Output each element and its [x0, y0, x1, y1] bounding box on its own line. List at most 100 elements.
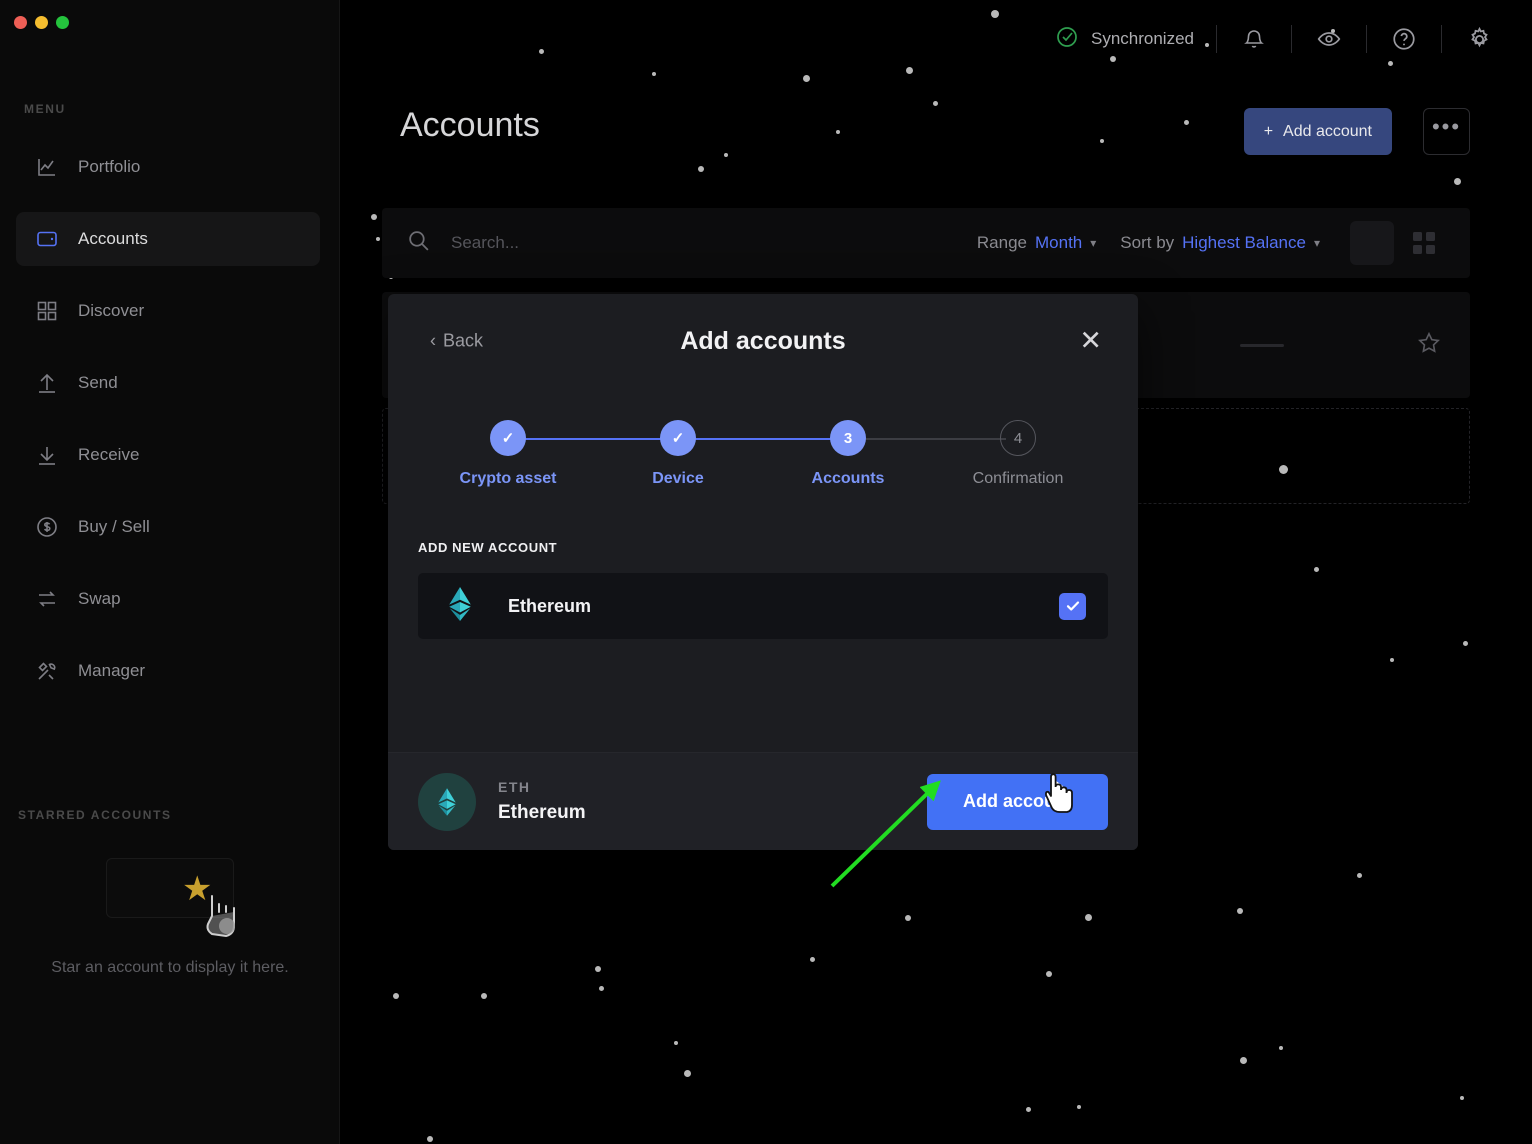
add-new-account-label: ADD NEW ACCOUNT [418, 540, 558, 555]
divider [1366, 25, 1367, 53]
sidebar-item-label: Swap [78, 589, 121, 608]
add-account-button[interactable]: Add account [926, 773, 1108, 830]
close-icon[interactable]: ✕ [1079, 327, 1102, 355]
main-content: Synchronized Accounts + Add account ••• … [340, 0, 1532, 1144]
sidebar-item-discover[interactable]: Discover [16, 284, 320, 338]
view-toggle-group [1350, 221, 1446, 265]
back-button[interactable]: ‹ Back [430, 331, 483, 352]
add-accounts-modal: ‹ Back Add accounts ✕ ✓ Crypto asset ✓ D… [388, 294, 1138, 850]
back-label: Back [443, 330, 484, 351]
footer-coin-meta: ETH Ethereum [498, 779, 927, 824]
account-checkbox[interactable] [1059, 592, 1086, 620]
ethereum-avatar-icon [418, 772, 476, 831]
modal-title: Add accounts [680, 326, 846, 355]
grid-view-icon [1413, 232, 1435, 254]
step-marker: ✓ [490, 420, 526, 456]
sidebar-item-portfolio[interactable]: Portfolio [16, 140, 320, 194]
close-window-button[interactable] [14, 16, 27, 29]
check-circle-icon [1055, 25, 1079, 54]
app-window: MENU Portfolio Accounts Discover Send Re… [0, 0, 1532, 1144]
step-label: Accounts [811, 470, 885, 487]
list-view-button[interactable] [1350, 221, 1394, 265]
sort-value: Highest Balance [1182, 233, 1306, 252]
step-marker: 3 [830, 420, 866, 456]
step-accounts[interactable]: 3 Accounts [788, 420, 908, 488]
step-marker: ✓ [660, 420, 696, 456]
account-name: Ethereum [508, 595, 592, 616]
starred-empty-text: Star an account to display it here. [51, 959, 289, 976]
sidebar-item-send[interactable]: Send [16, 356, 320, 410]
sidebar-item-buy-sell[interactable]: Buy / Sell [16, 500, 320, 554]
chevron-left-icon: ‹ [430, 330, 436, 351]
add-account-top-button[interactable]: + Add account [1243, 108, 1392, 155]
modal-footer: ETH Ethereum Add account [388, 752, 1138, 850]
modal-body: ADD NEW ACCOUNT Ethereum [388, 498, 1138, 752]
step-device[interactable]: ✓ Device [618, 420, 738, 488]
sidebar-item-label: Buy / Sell [78, 517, 150, 536]
search-icon [406, 228, 431, 258]
star-outline-icon[interactable] [1416, 330, 1442, 361]
sidebar-item-label: Portfolio [78, 157, 141, 176]
search-input[interactable] [451, 233, 771, 253]
step-label: Confirmation [972, 470, 1064, 487]
sync-status: Synchronized [1055, 25, 1194, 54]
coin-name: Ethereum [498, 802, 586, 823]
sort-selector[interactable]: Sort by Highest Balance ▾ [1120, 233, 1320, 253]
sidebar-item-label: Receive [78, 445, 140, 464]
step-label: Crypto asset [459, 470, 557, 487]
grid-apps-icon [34, 298, 60, 324]
top-bar: Synchronized [340, 0, 1532, 78]
eye-icon[interactable] [1314, 24, 1344, 54]
chart-line-icon [34, 154, 60, 180]
sidebar-item-label: Discover [78, 301, 145, 320]
more-options-button[interactable]: ••• [1423, 108, 1470, 155]
range-value: Month [1035, 233, 1083, 252]
tools-icon [34, 658, 60, 684]
step-label: Device [652, 470, 704, 487]
starred-accounts-label: STARRED ACCOUNTS [18, 808, 172, 822]
range-label: Range [976, 233, 1028, 252]
sidebar-item-accounts[interactable]: Accounts [16, 212, 320, 266]
sidebar-item-receive[interactable]: Receive [16, 428, 320, 482]
hand-pointer-icon [200, 890, 242, 938]
gear-icon[interactable] [1464, 24, 1494, 54]
ethereum-icon [446, 586, 474, 626]
divider [1441, 25, 1442, 53]
window-traffic-lights[interactable] [14, 16, 69, 29]
sidebar-item-manager[interactable]: Manager [16, 644, 320, 698]
chevron-down-icon: ▾ [1313, 236, 1320, 250]
step-confirmation: 4 Confirmation [958, 420, 1078, 488]
dollar-circle-icon [34, 514, 60, 540]
page-title: Accounts [400, 106, 540, 144]
sync-status-label: Synchronized [1090, 29, 1194, 48]
menu-section-label: MENU [24, 102, 66, 116]
bell-icon[interactable] [1239, 24, 1269, 54]
search-field[interactable] [406, 228, 953, 258]
swap-arrows-icon [34, 586, 60, 612]
question-circle-icon[interactable] [1389, 24, 1419, 54]
step-progress: ✓ Crypto asset ✓ Device 3 Accounts 4 Con… [448, 420, 1078, 498]
arrow-up-icon [34, 370, 60, 396]
range-selector[interactable]: Range Month ▾ [977, 233, 1096, 253]
sort-label: Sort by [1120, 233, 1175, 252]
sidebar-item-label: Accounts [78, 229, 148, 248]
sidebar-item-label: Send [78, 373, 118, 392]
value-placeholder [1240, 343, 1284, 347]
account-list-item-ethereum[interactable]: Ethereum [418, 573, 1108, 639]
arrow-down-icon [34, 442, 60, 468]
sidebar-item-swap[interactable]: Swap [16, 572, 320, 626]
plus-icon: + [1263, 122, 1274, 140]
modal-header: ‹ Back Add accounts ✕ [388, 294, 1138, 388]
grid-view-button[interactable] [1402, 221, 1446, 265]
add-account-top-label: Add account [1283, 122, 1372, 140]
step-crypto-asset[interactable]: ✓ Crypto asset [448, 420, 568, 488]
sidebar-item-label: Manager [78, 661, 146, 680]
wallet-icon [34, 226, 60, 252]
minimize-window-button[interactable] [35, 16, 48, 29]
coin-ticker: ETH [498, 779, 531, 795]
chevron-down-icon: ▾ [1090, 236, 1097, 250]
zoom-window-button[interactable] [56, 16, 69, 29]
divider [1291, 25, 1292, 53]
sidebar-nav: Portfolio Accounts Discover Send Receive… [16, 140, 320, 716]
accounts-toolbar: Range Month ▾ Sort by Highest Balance ▾ [382, 208, 1470, 278]
